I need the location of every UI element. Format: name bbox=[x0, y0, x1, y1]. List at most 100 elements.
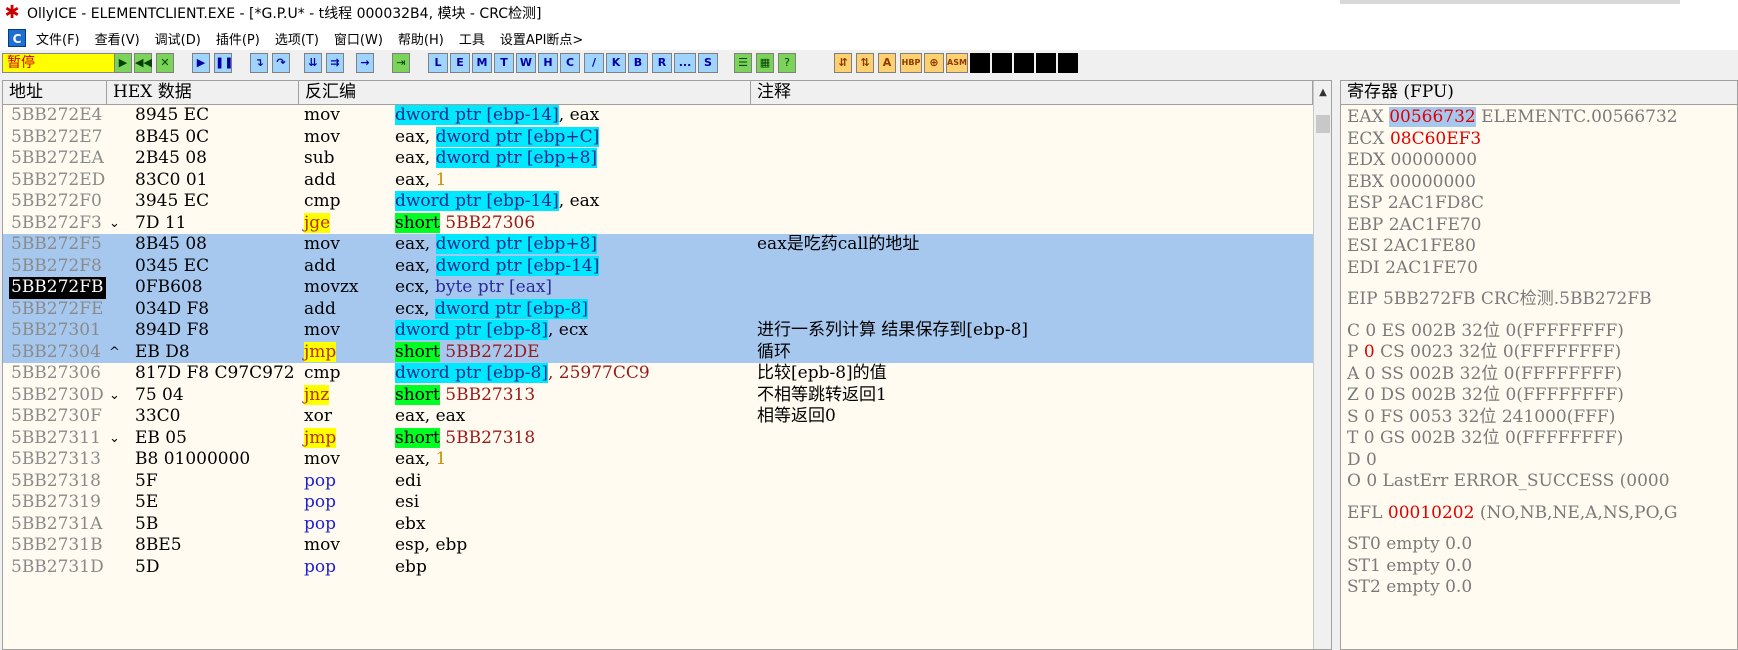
cpu-window-icon[interactable]: C bbox=[8, 29, 26, 47]
disasm-row[interactable]: 5BB272E7 8B45 0C mov eax, dword ptr [ebp+C] bbox=[3, 126, 1313, 149]
menu-view[interactable]: 查看(V) bbox=[95, 29, 140, 48]
plugin-swap-icon[interactable]: ⇅ bbox=[856, 53, 874, 73]
column-header-hex[interactable]: HEX 数据 bbox=[107, 81, 299, 105]
disasm-row[interactable]: 5BB27306 817D F8 C97C972 cmp dword ptr [ebp… bbox=[3, 363, 1313, 385]
plugin-arrows-icon[interactable]: ⇵ bbox=[834, 53, 852, 73]
call-stack-button[interactable]: K bbox=[606, 53, 626, 73]
register-line[interactable]: S 0 FS 0053 32位 241000(FFF) bbox=[1347, 407, 1615, 428]
grid-icon[interactable]: ▦ bbox=[756, 53, 774, 73]
references-button[interactable]: R bbox=[652, 53, 672, 73]
run-trace-button[interactable]: ... bbox=[674, 53, 696, 73]
comment-cell: 相等返回0 bbox=[757, 406, 836, 426]
disasm-row[interactable]: 5BB272F0 3945 EC cmp dword ptr [ebp-14], ea… bbox=[3, 191, 1313, 213]
black-button-1[interactable] bbox=[970, 53, 990, 73]
open-icon[interactable]: ▶ bbox=[114, 53, 132, 73]
cpu-button[interactable]: C bbox=[560, 53, 580, 73]
disasm-row[interactable]: 5BB272F5 8B45 08 mov eax, dword ptr [ebp+8]… bbox=[3, 234, 1313, 256]
register-line[interactable]: A 0 SS 002B 32位 0(FFFFFFFF) bbox=[1347, 364, 1622, 385]
register-line[interactable]: EBP 2AC1FE70 bbox=[1347, 215, 1482, 236]
restart-icon[interactable]: ◀◀ bbox=[134, 53, 152, 73]
disasm-row[interactable]: 5BB27304 ^ EB D8 jmp short 5BB272DE 循环 bbox=[3, 341, 1313, 363]
black-button-2[interactable] bbox=[992, 53, 1012, 73]
disasm-row[interactable]: 5BB2730F 33C0 xor eax, eax 相等返回0 bbox=[3, 406, 1313, 428]
hardware-breakpoint-button[interactable]: HBP bbox=[900, 53, 922, 73]
memory-map-button[interactable]: M bbox=[472, 53, 492, 73]
disasm-row[interactable]: 5BB272FE 034D F8 add ecx, dword ptr [ebp-8] bbox=[3, 298, 1313, 320]
register-line[interactable]: EAX 00566732 ELEMENTC.00566732 bbox=[1347, 107, 1678, 128]
register-line[interactable]: P 0 CS 0023 32位 0(FFFFFFFF) bbox=[1347, 342, 1621, 363]
disasm-row[interactable]: 5BB27301 894D F8 mov dword ptr [ebp-8], ecx… bbox=[3, 320, 1313, 342]
scroll-up-arrow-icon[interactable]: ▲ bbox=[1314, 81, 1331, 105]
black-button-5[interactable] bbox=[1058, 53, 1078, 73]
menu-help[interactable]: 帮助(H) bbox=[398, 29, 444, 48]
disasm-row[interactable]: 5BB272E4 8945 EC mov dword ptr [ebp-14], ea… bbox=[3, 105, 1313, 127]
register-line[interactable]: EFL 00010202 (NO,NB,NE,A,NS,PO,G bbox=[1347, 503, 1678, 524]
register-line[interactable]: EDX 00000000 bbox=[1347, 150, 1477, 171]
register-line[interactable]: D 0 bbox=[1347, 450, 1377, 471]
disasm-row[interactable]: 5BB272EA 2B45 08 sub eax, dword ptr [ebp+8] bbox=[3, 148, 1313, 170]
target-icon[interactable]: ⊕ bbox=[924, 53, 944, 73]
patches-button[interactable]: / bbox=[584, 53, 604, 73]
register-line[interactable]: ST0 empty 0.0 bbox=[1347, 534, 1472, 555]
menu-file[interactable]: 文件(F) bbox=[36, 29, 80, 48]
disasm-row[interactable]: 5BB2731B 8BE5 mov esp, ebp bbox=[3, 535, 1313, 557]
menu-api-breakpoints[interactable]: 设置API断点> bbox=[500, 29, 583, 48]
menu-window[interactable]: 窗口(W) bbox=[334, 29, 383, 48]
trace-into-icon[interactable]: ⇊ bbox=[304, 53, 322, 73]
menu-options[interactable]: 选项(T) bbox=[275, 29, 319, 48]
execute-till-return-icon[interactable]: → bbox=[356, 53, 374, 73]
source-button[interactable]: S bbox=[698, 53, 718, 73]
disasm-row[interactable]: 5BB27313 B8 01000000 mov eax, 1 bbox=[3, 449, 1313, 471]
scroll-thumb[interactable] bbox=[1316, 115, 1330, 133]
register-line[interactable]: EDI 2AC1FE70 bbox=[1347, 258, 1478, 279]
close-icon[interactable]: ✕ bbox=[156, 53, 174, 73]
column-header-disassembly[interactable]: 反汇编 bbox=[299, 81, 751, 105]
ollydbg-bug-icon[interactable]: ✱ bbox=[3, 4, 21, 22]
register-line[interactable]: O 0 LastErr ERROR_SUCCESS (0000 bbox=[1347, 471, 1670, 492]
column-header-address[interactable]: 地址 bbox=[3, 81, 107, 105]
register-line[interactable]: EIP 5BB272FB CRC检测.5BB272FB bbox=[1347, 289, 1652, 310]
disasm-row[interactable]: 5BB272FB 0FB608 movzx ecx, byte ptr [eax] bbox=[3, 277, 1313, 299]
disasm-row[interactable]: 5BB27318 5F pop edi bbox=[3, 471, 1313, 493]
register-line[interactable]: ECX 08C60EF3 bbox=[1347, 129, 1481, 150]
column-header-comment[interactable]: 注释 bbox=[751, 81, 1313, 105]
asm-button[interactable]: ASM bbox=[946, 53, 968, 73]
trace-over-icon[interactable]: ⇉ bbox=[326, 53, 344, 73]
pause-icon[interactable]: ❚❚ bbox=[214, 53, 233, 73]
executable-modules-button[interactable]: E bbox=[450, 53, 470, 73]
menu-tools[interactable]: 工具 bbox=[459, 29, 485, 48]
disasm-row[interactable]: 5BB2731A 5B pop ebx bbox=[3, 514, 1313, 536]
black-button-4[interactable] bbox=[1036, 53, 1056, 73]
register-line[interactable]: C 0 ES 002B 32位 0(FFFFFFFF) bbox=[1347, 321, 1624, 342]
menu-debug[interactable]: 调试(D) bbox=[155, 29, 201, 48]
goto-icon[interactable]: ⇥ bbox=[392, 53, 410, 73]
register-line[interactable]: T 0 GS 002B 32位 0(FFFFFFFF) bbox=[1347, 428, 1623, 449]
register-line[interactable]: ESI 2AC1FE80 bbox=[1347, 236, 1476, 257]
register-line[interactable]: ESP 2AC1FD8C bbox=[1347, 193, 1484, 214]
disasm-row[interactable]: 5BB27319 5E pop esi bbox=[3, 492, 1313, 514]
step-over-icon[interactable]: ↷ bbox=[272, 53, 290, 73]
register-line[interactable]: Z 0 DS 002B 32位 0(FFFFFFFF) bbox=[1347, 385, 1624, 406]
disasm-row[interactable]: 5BB272F8 0345 EC add eax, dword ptr [ebp-14… bbox=[3, 255, 1313, 277]
plugin-ab-icon[interactable]: A bbox=[878, 53, 896, 73]
step-into-icon[interactable]: ↴ bbox=[250, 53, 268, 73]
help-icon[interactable]: ? bbox=[778, 53, 796, 73]
list-icon[interactable]: ☰ bbox=[734, 53, 752, 73]
black-button-3[interactable] bbox=[1014, 53, 1034, 73]
breakpoints-button[interactable]: B bbox=[628, 53, 648, 73]
menu-plugins[interactable]: 插件(P) bbox=[216, 29, 260, 48]
register-line[interactable]: ST1 empty 0.0 bbox=[1347, 556, 1472, 577]
windows-button[interactable]: W bbox=[516, 53, 536, 73]
disasm-row[interactable]: 5BB2731D 5D pop ebp bbox=[3, 557, 1313, 579]
register-line[interactable]: EBX 00000000 bbox=[1347, 172, 1476, 193]
disasm-row[interactable]: 5BB27311 ⌄ EB 05 jmp short 5BB27318 bbox=[3, 427, 1313, 450]
disasm-row[interactable]: 5BB272F3 ⌄ 7D 11 jge short 5BB27306 bbox=[3, 212, 1313, 235]
disassembly-scrollbar[interactable]: ▲ bbox=[1313, 81, 1331, 649]
register-line[interactable]: ST2 empty 0.0 bbox=[1347, 577, 1472, 598]
threads-button[interactable]: T bbox=[494, 53, 514, 73]
handles-button[interactable]: H bbox=[538, 53, 558, 73]
disasm-row[interactable]: 5BB2730D ⌄ 75 04 jnz short 5BB27313 不相等跳转返回1 bbox=[3, 384, 1313, 407]
log-window-button[interactable]: L bbox=[428, 53, 448, 73]
run-icon[interactable]: ▶ bbox=[192, 53, 210, 73]
disasm-row[interactable]: 5BB272ED 83C0 01 add eax, 1 bbox=[3, 170, 1313, 192]
